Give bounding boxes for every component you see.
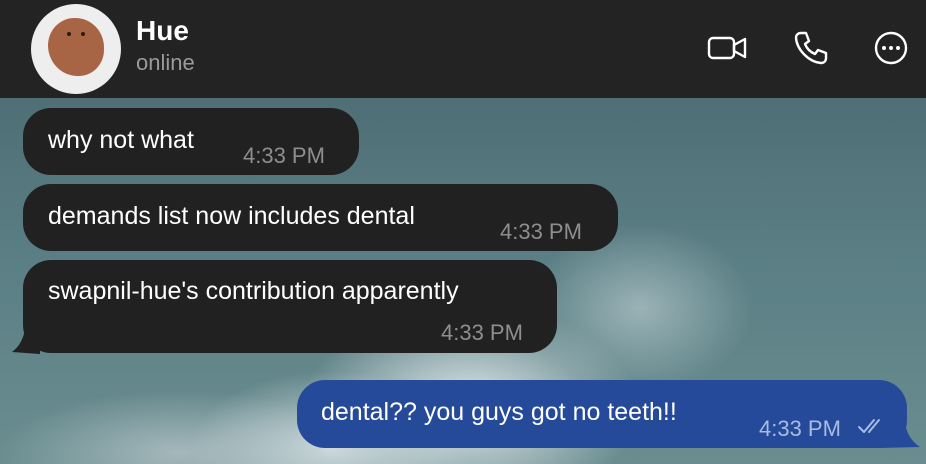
message-time: 4:33 PM bbox=[243, 143, 325, 168]
message-text: why not what bbox=[48, 126, 194, 154]
message-bubble[interactable]: why not what 4:33 PM bbox=[23, 108, 359, 175]
voice-call-button[interactable] bbox=[791, 28, 831, 68]
message-bubble[interactable]: swapnil-hue's contribution apparently 4:… bbox=[23, 260, 557, 353]
incoming-bubble-tail bbox=[12, 324, 40, 354]
more-options-button[interactable] bbox=[871, 28, 911, 68]
message-bubble[interactable]: dental?? you guys got no teeth!! 4:33 PM bbox=[297, 380, 907, 448]
more-options-icon bbox=[874, 31, 908, 65]
message-time: 4:33 PM bbox=[441, 320, 523, 345]
video-call-icon bbox=[707, 36, 747, 60]
phone-icon bbox=[794, 31, 828, 65]
message-text: demands list now includes dental bbox=[48, 202, 415, 230]
contact-avatar[interactable] bbox=[31, 4, 121, 94]
avatar-face bbox=[48, 18, 104, 76]
contact-status: online bbox=[136, 50, 195, 75]
video-call-button[interactable] bbox=[707, 28, 747, 68]
message-bubble[interactable]: demands list now includes dental 4:33 PM bbox=[23, 184, 618, 251]
message-time: 4:33 PM bbox=[759, 416, 841, 441]
message-list[interactable]: why not what 4:33 PM demands list now in… bbox=[0, 98, 926, 464]
message-text: dental?? you guys got no teeth!! bbox=[321, 398, 677, 426]
message-time: 4:33 PM bbox=[500, 219, 582, 244]
contact-name[interactable]: Hue bbox=[136, 15, 189, 47]
chat-header: Hue online bbox=[0, 0, 926, 98]
message-text: swapnil-hue's contribution apparently bbox=[48, 277, 459, 305]
outgoing-bubble-tail bbox=[880, 418, 920, 448]
